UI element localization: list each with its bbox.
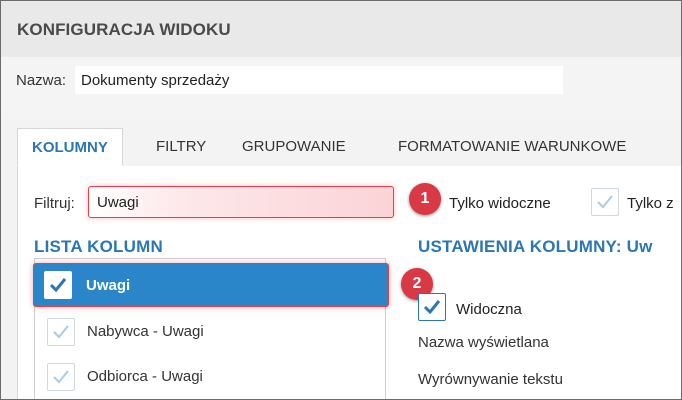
columns-list: Uwagi Nabywca - Uwagi Odbiorca - Uwagi (33, 258, 389, 399)
tab-conditional-formatting[interactable]: FORMATOWANIE WARUNKOWE (398, 128, 626, 166)
tab-filters[interactable]: FILTRY (156, 128, 206, 166)
list-item-odbiorca-uwagi[interactable]: Odbiorca - Uwagi (35, 355, 385, 399)
only-visible-label[interactable]: Tylko widoczne (449, 195, 551, 212)
list-item-label: Odbiorca - Uwagi (87, 368, 203, 385)
filter-label: Filtruj: (34, 195, 75, 212)
list-item-uwagi[interactable]: Uwagi (33, 263, 389, 307)
only-z-label[interactable]: Tylko z (627, 195, 674, 212)
only-z-checkbox[interactable] (591, 188, 619, 216)
text-alignment-label: Wyrównywanie tekstu (418, 371, 563, 388)
name-row: Nazwa: (1, 57, 681, 113)
tab-grouping[interactable]: GRUPOWANIE (242, 128, 346, 166)
item-checkbox[interactable] (47, 318, 75, 346)
name-input[interactable] (75, 66, 563, 94)
item-checkbox[interactable] (47, 363, 75, 391)
list-item-label: Uwagi (86, 277, 131, 294)
step-badge-1: 1 (409, 183, 441, 215)
dialog-title: KONFIGURACJA WIDOKU (17, 20, 231, 39)
visible-label[interactable]: Widoczna (456, 301, 522, 318)
check-icon (53, 325, 69, 339)
name-label: Nazwa: (16, 72, 67, 89)
check-icon (49, 278, 67, 293)
tab-content-columns: Filtruj: 1 Tylko widoczne Tylko z LISTA … (17, 166, 681, 399)
list-item-label: Nabywca - Uwagi (87, 323, 204, 340)
check-icon (53, 370, 69, 384)
visible-checkbox[interactable] (418, 293, 446, 321)
tab-columns[interactable]: KOLUMNY (17, 128, 123, 166)
columns-list-title: LISTA KOLUMN (34, 237, 163, 256)
filter-input[interactable] (88, 186, 394, 218)
display-name-label: Nazwa wyświetlana (418, 334, 549, 351)
dialog-header: KONFIGURACJA WIDOKU (1, 1, 681, 57)
tab-bar: KOLUMNY FILTRY GRUPOWANIE FORMATOWANIE W… (17, 128, 681, 167)
check-icon (597, 195, 613, 209)
item-checkbox[interactable] (44, 271, 72, 299)
check-icon (423, 300, 441, 315)
configuration-dialog: KONFIGURACJA WIDOKU Nazwa: KOLUMNY FILTR… (0, 0, 682, 400)
column-settings-title: USTAWIENIA KOLUMNY: Uw (418, 237, 653, 256)
list-item-nabywca-uwagi[interactable]: Nabywca - Uwagi (35, 310, 385, 354)
